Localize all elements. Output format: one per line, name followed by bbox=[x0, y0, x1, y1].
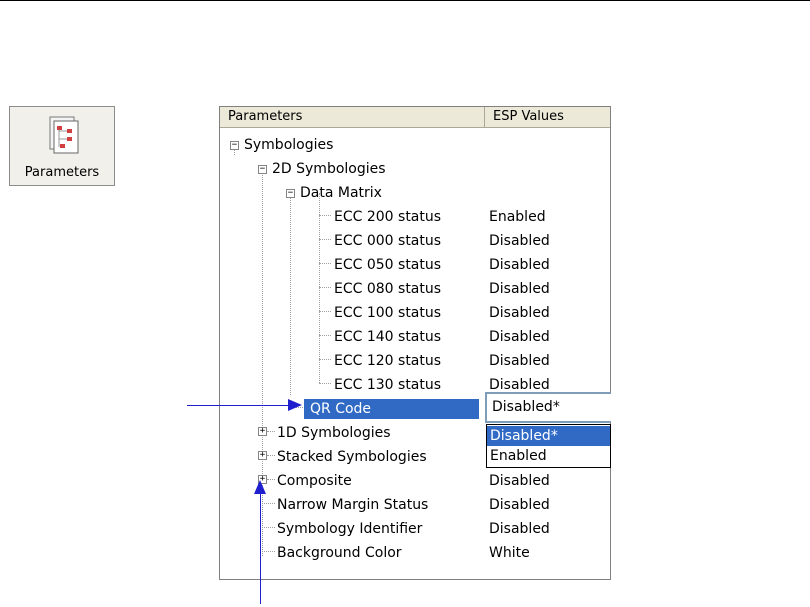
tree-line bbox=[319, 359, 331, 360]
value-symbology-identifier[interactable]: Disabled bbox=[489, 519, 550, 539]
expand-icon[interactable]: + bbox=[258, 427, 267, 436]
tree-line bbox=[267, 479, 275, 480]
tree-line bbox=[319, 335, 331, 336]
parameters-panel: Parameters ESP Values − − − + + + Symbol… bbox=[219, 106, 611, 580]
tree-node-stacked-symbologies[interactable]: Stacked Symbologies bbox=[277, 447, 427, 467]
tree-line bbox=[319, 263, 331, 264]
collapse-icon[interactable]: − bbox=[230, 141, 239, 150]
callout-arrow-qr-code-line bbox=[187, 405, 292, 406]
tree-line bbox=[290, 193, 291, 395]
tree-node-ecc-200[interactable]: ECC 200 status bbox=[334, 207, 441, 227]
qr-code-value-combo[interactable]: Disabled* bbox=[485, 392, 611, 423]
tree-node-2d-symbologies[interactable]: 2D Symbologies bbox=[272, 159, 386, 179]
dropdown-option-enabled[interactable]: Enabled bbox=[487, 446, 610, 466]
value-composite[interactable]: Disabled bbox=[489, 471, 550, 491]
value-ecc-200[interactable]: Enabled bbox=[489, 207, 546, 227]
callout-arrow-head-icon bbox=[288, 399, 302, 411]
tree-node-ecc-130[interactable]: ECC 130 status bbox=[334, 375, 441, 395]
tree-node-qr-code[interactable]: QR Code bbox=[304, 399, 479, 419]
combo-current-value: Disabled* bbox=[492, 399, 560, 415]
value-narrow-margin-status[interactable]: Disabled bbox=[489, 495, 550, 515]
value-ecc-050[interactable]: Disabled bbox=[489, 255, 550, 275]
qr-code-dropdown-list: Disabled* Enabled bbox=[486, 424, 611, 468]
tree-line bbox=[319, 311, 331, 312]
header-parameters[interactable]: Parameters bbox=[220, 107, 485, 127]
parameters-document-icon bbox=[49, 116, 79, 154]
tree-node-data-matrix[interactable]: Data Matrix bbox=[300, 183, 382, 203]
parameters-button-label: Parameters bbox=[24, 165, 100, 180]
dropdown-option-disabled[interactable]: Disabled* bbox=[487, 426, 610, 446]
tree-line bbox=[262, 503, 275, 504]
tree-line bbox=[262, 169, 263, 556]
tree-line bbox=[319, 215, 331, 216]
tree-node-ecc-140[interactable]: ECC 140 status bbox=[334, 327, 441, 347]
tree-line bbox=[267, 455, 275, 456]
tree-node-narrow-margin-status[interactable]: Narrow Margin Status bbox=[277, 495, 428, 515]
value-ecc-140[interactable]: Disabled bbox=[489, 327, 550, 347]
tree-node-1d-symbologies[interactable]: 1D Symbologies bbox=[277, 423, 391, 443]
tree-node-symbologies[interactable]: Symbologies bbox=[244, 135, 333, 155]
tree-node-symbology-identifier[interactable]: Symbology Identifier bbox=[277, 519, 422, 539]
collapse-icon[interactable]: − bbox=[258, 165, 267, 174]
tree-line bbox=[319, 193, 320, 383]
tree-line bbox=[262, 527, 275, 528]
tree-node-ecc-000[interactable]: ECC 000 status bbox=[334, 231, 441, 251]
tree-node-ecc-100[interactable]: ECC 100 status bbox=[334, 303, 441, 323]
tree-node-ecc-120[interactable]: ECC 120 status bbox=[334, 351, 441, 371]
tree-node-background-color[interactable]: Background Color bbox=[277, 543, 402, 563]
value-ecc-000[interactable]: Disabled bbox=[489, 231, 550, 251]
callout-arrow-head-icon bbox=[254, 480, 266, 494]
tree-node-ecc-050[interactable]: ECC 050 status bbox=[334, 255, 441, 275]
value-background-color[interactable]: White bbox=[489, 543, 530, 563]
tree-node-ecc-080[interactable]: ECC 080 status bbox=[334, 279, 441, 299]
tree-line bbox=[319, 287, 331, 288]
tree-line bbox=[262, 551, 275, 552]
parameters-button[interactable]: Parameters bbox=[9, 106, 115, 186]
page-rule bbox=[0, 0, 810, 1]
table-header: Parameters ESP Values bbox=[220, 107, 610, 128]
collapse-icon[interactable]: − bbox=[286, 189, 295, 198]
value-ecc-120[interactable]: Disabled bbox=[489, 351, 550, 371]
tree-node-composite[interactable]: Composite bbox=[277, 471, 352, 491]
value-ecc-080[interactable]: Disabled bbox=[489, 279, 550, 299]
callout-arrow-expand-line bbox=[260, 492, 261, 604]
expand-icon[interactable]: + bbox=[258, 451, 267, 460]
header-esp-values[interactable]: ESP Values bbox=[486, 107, 610, 127]
value-ecc-100[interactable]: Disabled bbox=[489, 303, 550, 323]
tree-line bbox=[319, 239, 331, 240]
tree-line bbox=[267, 431, 275, 432]
tree-line bbox=[319, 383, 331, 384]
parameter-tree: − − − + + + Symbologies 2D Symbologies D… bbox=[220, 128, 611, 580]
